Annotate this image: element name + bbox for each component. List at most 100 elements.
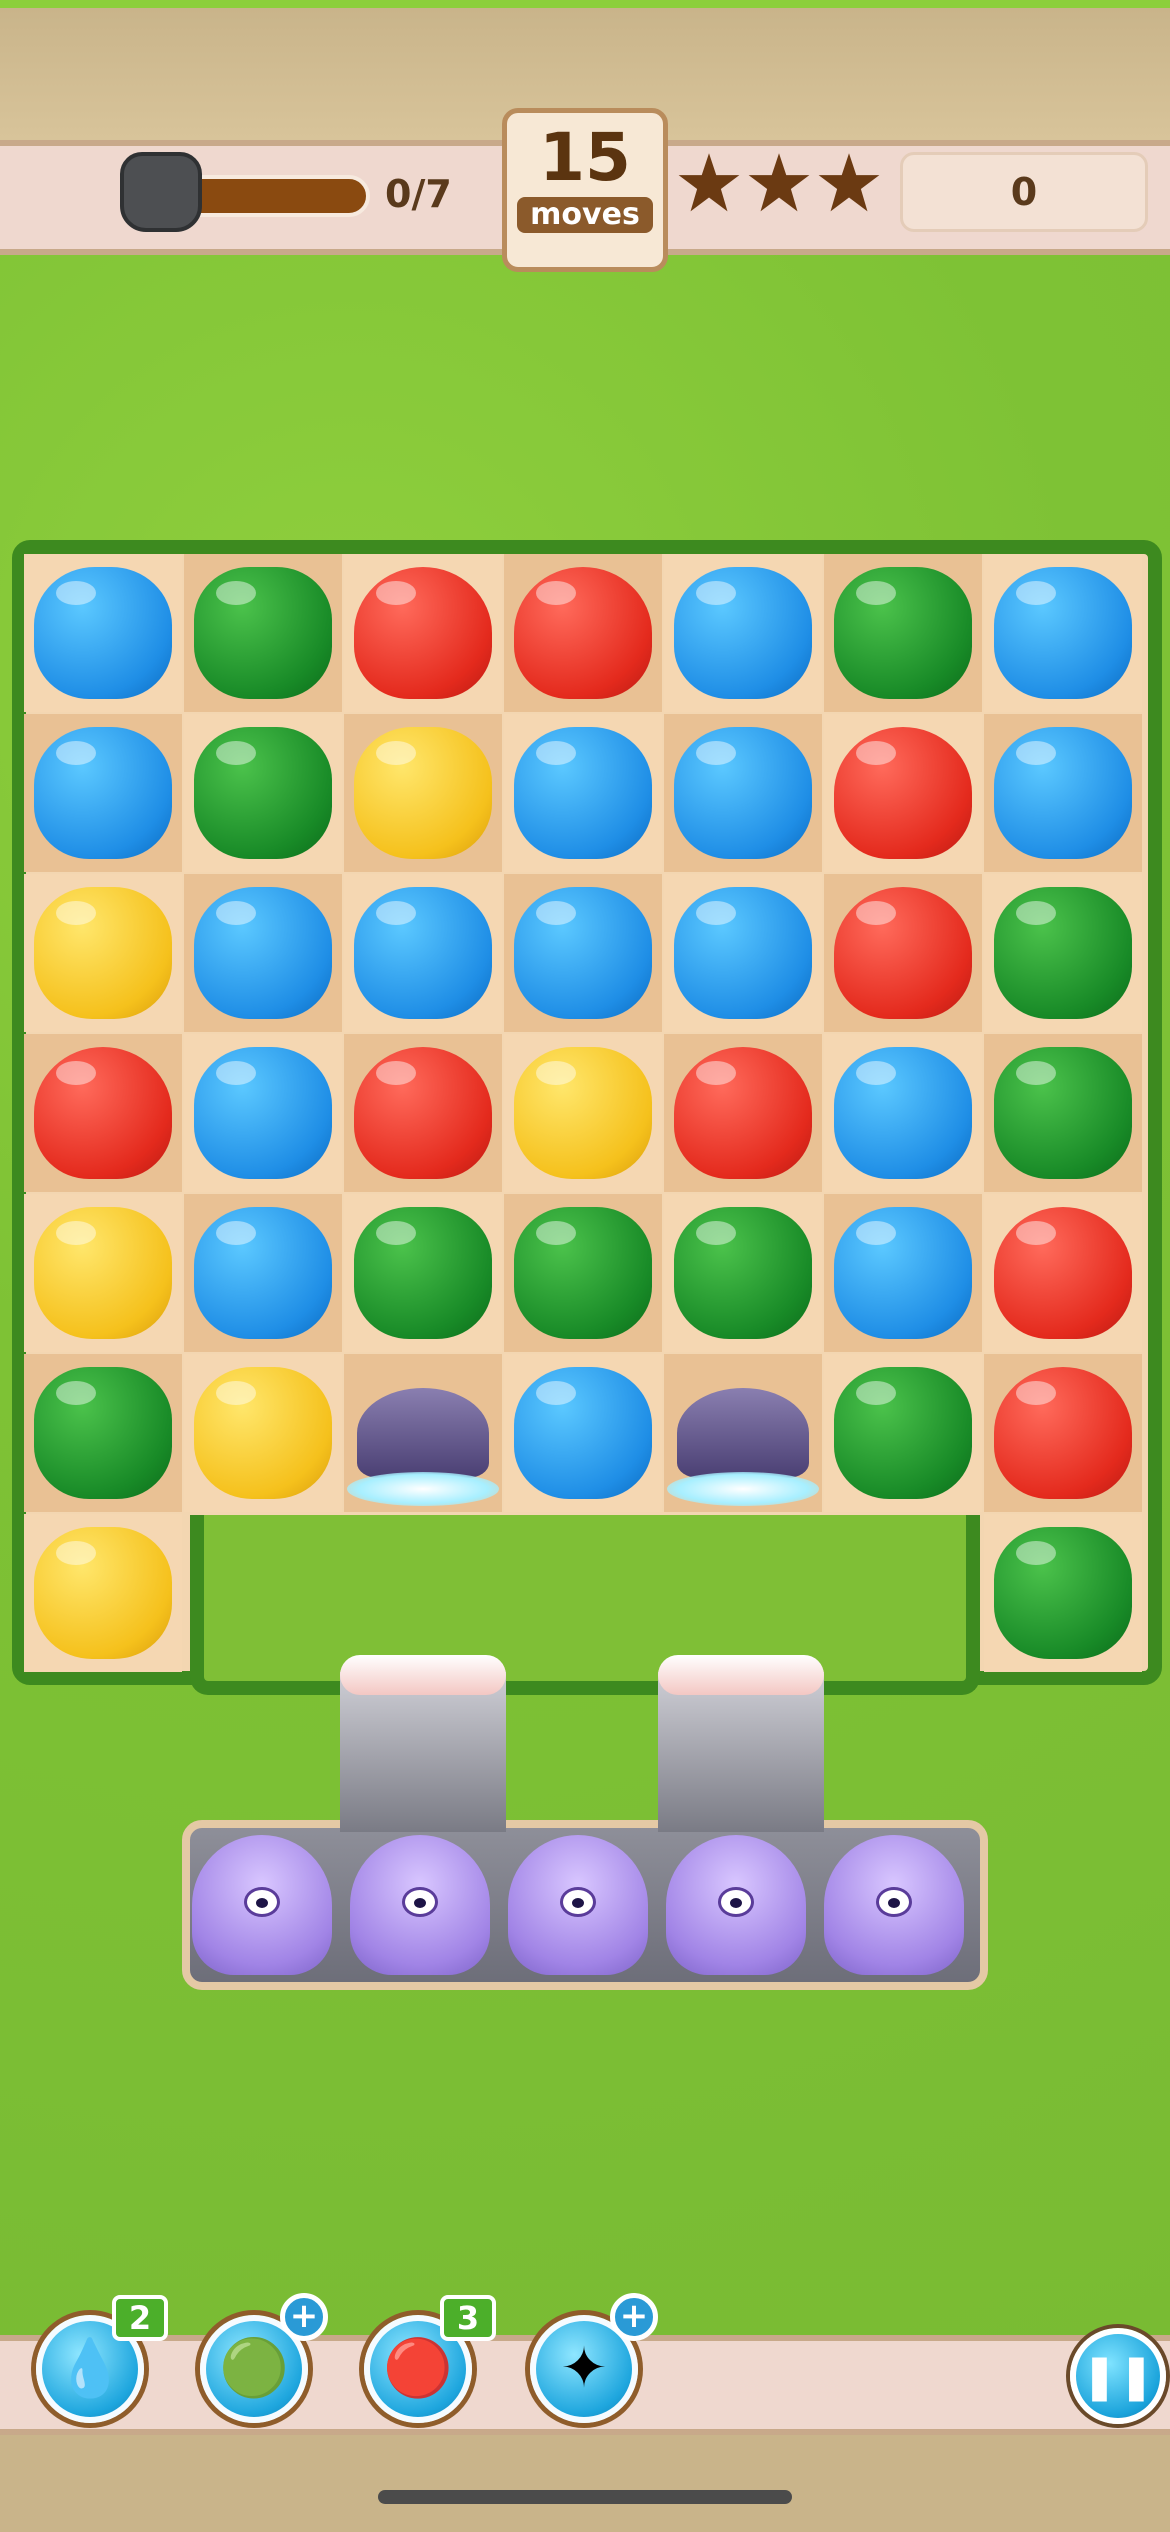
red-jelly-icon xyxy=(354,567,492,699)
creature-eye xyxy=(560,1887,596,1917)
booster-add-button[interactable]: + xyxy=(610,2293,658,2341)
blue-jelly-icon xyxy=(354,887,492,1019)
green-jelly-icon xyxy=(674,1207,812,1339)
shell-blocker-icon xyxy=(347,1388,499,1506)
board-tile[interactable] xyxy=(24,874,182,1032)
pause-button[interactable]: ❚❚ xyxy=(1070,2328,1166,2424)
board-tile[interactable] xyxy=(664,554,822,712)
star-icon xyxy=(748,153,810,212)
yellow-jelly-icon xyxy=(354,727,492,859)
blue-jelly-icon xyxy=(194,1207,332,1339)
board-tile[interactable] xyxy=(24,1354,182,1512)
board-tile[interactable] xyxy=(824,714,982,872)
board-tile[interactable] xyxy=(664,1194,822,1352)
star-sparkle-icon: ✦ xyxy=(560,2336,608,2401)
purple-creature-icon xyxy=(508,1835,648,1975)
board-tile[interactable] xyxy=(984,1034,1142,1192)
blue-jelly-icon xyxy=(994,727,1132,859)
red-jelly-icon xyxy=(994,1207,1132,1339)
star-icon xyxy=(818,153,880,212)
creature-eye xyxy=(244,1887,280,1917)
board-tile[interactable] xyxy=(504,554,662,712)
red-jelly-icon xyxy=(994,1367,1132,1499)
moves-counter: 15 moves xyxy=(502,108,668,272)
blue-jelly-icon xyxy=(834,1207,972,1339)
creature-eye xyxy=(402,1887,438,1917)
board-tile[interactable] xyxy=(984,1194,1142,1352)
board-tile[interactable] xyxy=(824,1194,982,1352)
board-tile[interactable] xyxy=(504,714,662,872)
purple-creature-icon xyxy=(824,1835,964,1975)
board-tile[interactable] xyxy=(24,554,182,712)
booster-count-badge: 3 xyxy=(440,2295,496,2341)
board-tile[interactable] xyxy=(984,554,1142,712)
board-tile[interactable] xyxy=(824,874,982,1032)
home-indicator[interactable] xyxy=(378,2490,792,2504)
board-tile[interactable] xyxy=(184,1034,342,1192)
board-tile[interactable] xyxy=(24,714,182,872)
blue-jelly-icon xyxy=(194,1047,332,1179)
board-tile[interactable] xyxy=(824,1354,982,1512)
bottom-area xyxy=(0,2435,1170,2532)
board-tile[interactable] xyxy=(504,1034,662,1192)
blue-jelly-icon xyxy=(514,887,652,1019)
red-jelly-icon xyxy=(834,887,972,1019)
star-icon xyxy=(678,153,740,212)
red-jelly-icon xyxy=(354,1047,492,1179)
board-tile[interactable] xyxy=(24,1194,182,1352)
purple-creature-icon xyxy=(350,1835,490,1975)
board-tile[interactable] xyxy=(504,1354,662,1512)
moves-label: moves xyxy=(517,197,653,233)
paint-jelly-icon: 🟢 xyxy=(219,2336,289,2401)
board-tile[interactable] xyxy=(344,874,502,1032)
red-jelly-icon xyxy=(34,1047,172,1179)
board-tile[interactable] xyxy=(664,874,822,1032)
board-tile[interactable] xyxy=(504,874,662,1032)
pause-icon: ❚❚ xyxy=(1081,2350,1155,2402)
board-tile[interactable] xyxy=(344,1354,502,1512)
booster-count-badge: 2 xyxy=(112,2295,168,2341)
green-jelly-icon xyxy=(194,727,332,859)
board-tile[interactable] xyxy=(184,874,342,1032)
water-drop-icon: 💧 xyxy=(55,2336,125,2401)
booster-add-button[interactable]: + xyxy=(280,2293,328,2341)
blue-jelly-icon xyxy=(994,567,1132,699)
blue-jelly-icon xyxy=(674,727,812,859)
board-tile[interactable] xyxy=(984,1354,1142,1512)
red-jelly-icon xyxy=(834,727,972,859)
board-tile[interactable] xyxy=(344,1194,502,1352)
board-tile[interactable] xyxy=(984,1514,1142,1672)
purple-creature-icon xyxy=(666,1835,806,1975)
green-jelly-icon xyxy=(834,1367,972,1499)
creature-eye xyxy=(876,1887,912,1917)
chute-cap xyxy=(658,1655,824,1695)
board-tile[interactable] xyxy=(344,1034,502,1192)
board-tile[interactable] xyxy=(504,1194,662,1352)
rainbow-jelly-icon: 🔴 xyxy=(383,2336,453,2401)
blue-jelly-icon xyxy=(674,567,812,699)
board-tile[interactable] xyxy=(184,1194,342,1352)
board-tile[interactable] xyxy=(824,554,982,712)
board-tile[interactable] xyxy=(824,1034,982,1192)
board-tile[interactable] xyxy=(184,714,342,872)
yellow-jelly-icon xyxy=(194,1367,332,1499)
board-tile[interactable] xyxy=(184,554,342,712)
chute xyxy=(340,1672,506,1832)
board-tile[interactable] xyxy=(24,1514,182,1672)
board-tile[interactable] xyxy=(24,1034,182,1192)
board-tile[interactable] xyxy=(184,1354,342,1512)
blue-jelly-icon xyxy=(514,727,652,859)
board-tile[interactable] xyxy=(344,554,502,712)
board-tile[interactable] xyxy=(664,1354,822,1512)
game-board[interactable] xyxy=(22,552,1152,1682)
board-tile[interactable] xyxy=(664,714,822,872)
board-tile[interactable] xyxy=(664,1034,822,1192)
board-tile[interactable] xyxy=(984,874,1142,1032)
green-jelly-icon xyxy=(834,567,972,699)
green-jelly-icon xyxy=(994,1047,1132,1179)
shell-blocker-icon xyxy=(667,1388,819,1506)
board-tile[interactable] xyxy=(344,714,502,872)
board-tile[interactable] xyxy=(984,714,1142,872)
red-jelly-icon xyxy=(674,1047,812,1179)
purple-creature-icon xyxy=(192,1835,332,1975)
